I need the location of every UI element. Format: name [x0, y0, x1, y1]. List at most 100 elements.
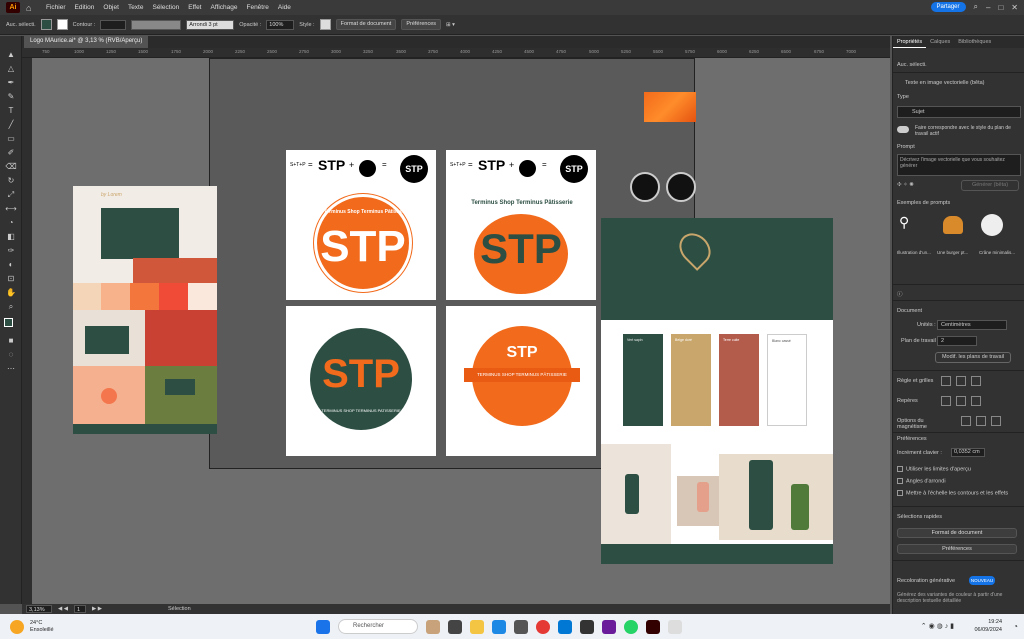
close-icon[interactable]: ✕ [1011, 3, 1018, 12]
stroke-swatch[interactable] [56, 19, 68, 30]
edit-artboards-button[interactable]: Modif. les plans de travail [935, 352, 1011, 363]
share-button[interactable]: Partager [930, 2, 966, 12]
bike-example-icon[interactable]: ⚲ [899, 214, 923, 236]
brush-field[interactable]: Arrondi 3 pt [186, 19, 235, 30]
logo-tile-4[interactable]: STP TERMINUS SHOP TERMINUS PÂTISSERIE [446, 306, 596, 456]
horizontal-ruler[interactable]: 750 1000 1250 1500 1750 2000 2250 2500 2750 3000 3… [22, 48, 890, 58]
guides-icons[interactable] [941, 396, 1001, 406]
blend-tool-icon[interactable]: ◐ [4, 260, 18, 270]
menu-effet[interactable]: Effet [188, 4, 201, 11]
artboard-nav-icon[interactable]: ◀ ◀ [58, 606, 68, 612]
direct-selection-tool-icon[interactable]: △ [4, 64, 18, 74]
widget-icon[interactable] [426, 619, 440, 634]
search-icon[interactable]: ⌕ [974, 2, 978, 12]
brand-guide[interactable]: Vert sapin Beige doré Terre cuite Blanc … [601, 218, 833, 564]
hand-tool-icon[interactable]: ✋ [4, 288, 18, 298]
rectangle-tool-icon[interactable]: ▭ [4, 134, 18, 144]
app-icon-3[interactable] [668, 619, 682, 634]
text-to-vector-title[interactable]: Texte en image vectorielle (bêta) [897, 80, 1021, 86]
task-view-icon[interactable] [448, 619, 462, 634]
taskbar-search[interactable]: Rechercher [338, 619, 418, 634]
black-circle-1[interactable] [630, 172, 660, 202]
preferences-button[interactable]: Préférences [401, 19, 441, 30]
black-circle-2[interactable] [666, 172, 696, 202]
vertical-ruler[interactable] [22, 58, 32, 604]
file-explorer-icon[interactable] [470, 619, 484, 634]
menu-fenetre[interactable]: Fenêtre [246, 4, 268, 11]
prompt-tools-icon[interactable]: ✣ ✧ ✺ [897, 182, 937, 188]
brush-tool-icon[interactable]: ✐ [4, 148, 18, 158]
eyedropper-tool-icon[interactable]: ✑ [4, 246, 18, 256]
variable-width-field[interactable] [131, 19, 182, 30]
minimize-icon[interactable]: – [986, 3, 990, 12]
line-tool-icon[interactable]: ╱ [4, 120, 18, 130]
scale-tool-icon[interactable]: ⤢ [4, 190, 18, 200]
tab-properties[interactable]: Propriétés [893, 36, 927, 48]
prompt-input[interactable]: Décrivez l'image vectorielle que vous so… [897, 154, 1021, 176]
opacity-field[interactable]: 100% [266, 19, 295, 30]
match-style-toggle[interactable] [897, 126, 909, 133]
document-tab[interactable]: Logo MAurice.ai* @ 3,13 % (RVB/Aperçu) [24, 36, 149, 48]
whatsapp-icon[interactable] [624, 619, 638, 634]
zoom-tool-icon[interactable]: ⌕ [4, 302, 18, 312]
preferences-quick-button[interactable]: Préférences [897, 544, 1017, 554]
pen-tool-icon[interactable]: ✒ [4, 78, 18, 88]
store-icon[interactable] [514, 619, 528, 634]
logo-tile-1[interactable]: S+T+P = STP + = STP Terminus Shop Termin… [286, 150, 436, 300]
edge-icon[interactable] [492, 619, 506, 634]
home-icon[interactable]: ⌂ [26, 3, 36, 13]
maximize-icon[interactable]: □ [998, 3, 1003, 12]
menu-edition[interactable]: Edition [75, 4, 95, 11]
tab-libraries[interactable]: Bibliothèques [954, 36, 995, 48]
checkbox-scale-strokes[interactable]: Mettre à l'échelle les contours et les e… [897, 490, 1021, 496]
stroke-weight-field[interactable] [100, 19, 127, 30]
document-format-quick-button[interactable]: Format de document [897, 528, 1017, 538]
zoom-field[interactable]: 3,13% [26, 605, 52, 613]
fill-color-icon[interactable] [4, 318, 13, 327]
artboard-nav-next-icon[interactable]: ▶ ▶ [92, 606, 102, 612]
app-icon-2[interactable] [602, 619, 616, 634]
menu-affichage[interactable]: Affichage [211, 4, 238, 11]
orange-gradient-swatch[interactable] [644, 92, 696, 122]
eraser-tool-icon[interactable]: ⌫ [4, 162, 18, 172]
checkbox-preview-bounds[interactable]: Utiliser les limites d'aperçu [897, 466, 1021, 472]
chrome-icon[interactable] [536, 619, 550, 634]
menu-selection[interactable]: Sélection [152, 4, 179, 11]
artboard-number-field[interactable]: 1 [74, 605, 86, 613]
rotate-tool-icon[interactable]: ↻ [4, 176, 18, 186]
draw-mode-icon[interactable]: ◌ [4, 350, 18, 360]
menu-fichier[interactable]: Fichier [46, 4, 66, 11]
menu-texte[interactable]: Texte [128, 4, 144, 11]
illustrator-taskbar-icon[interactable] [646, 619, 660, 634]
gradient-tool-icon[interactable]: ◧ [4, 232, 18, 242]
width-tool-icon[interactable]: ⟷ [4, 204, 18, 214]
vscode-icon[interactable] [558, 619, 572, 634]
artboard-tool-icon[interactable]: ⊡ [4, 274, 18, 284]
start-icon[interactable] [316, 619, 330, 634]
snap-icons[interactable] [961, 416, 1021, 426]
menu-objet[interactable]: Objet [103, 4, 119, 11]
shape-builder-tool-icon[interactable]: ◔ [4, 218, 18, 228]
document-format-button[interactable]: Format de document [335, 19, 397, 30]
selection-tool-icon[interactable]: ▲ [4, 50, 18, 60]
skull-example-icon[interactable] [981, 214, 1003, 236]
weather-icon[interactable] [10, 619, 24, 634]
color-mode-icon[interactable]: ■ [4, 336, 18, 346]
units-select[interactable]: Centimètres [937, 320, 1007, 330]
fill-swatch[interactable] [40, 19, 52, 30]
type-tool-icon[interactable]: T [4, 106, 18, 116]
info-icon[interactable]: ⓘ [897, 290, 1021, 298]
pencil-tool-icon[interactable]: ✎ [4, 92, 18, 102]
style-swatch[interactable] [319, 19, 331, 30]
system-tray-icons[interactable]: ⌃ ◉ ◍ ♪ ▮ [921, 622, 954, 630]
checkbox-corner-rounding[interactable]: Angles d'arrondi [897, 478, 1021, 484]
keyboard-increment-field[interactable]: 0,0352 cm [951, 448, 985, 457]
artboard-select[interactable]: 2 [937, 336, 977, 346]
generate-button[interactable]: Générer (bêta) [961, 180, 1019, 191]
tab-layers[interactable]: Calques [926, 36, 954, 48]
burger-example-icon[interactable] [943, 216, 963, 234]
more-tools-icon[interactable]: ⋯ [4, 364, 18, 374]
moodboard[interactable]: by Lorem [73, 186, 217, 434]
app-icon[interactable] [580, 619, 594, 634]
logo-tile-3[interactable]: STP TERMINUS SHOP TERMINUS PATISSERIE [286, 306, 436, 456]
